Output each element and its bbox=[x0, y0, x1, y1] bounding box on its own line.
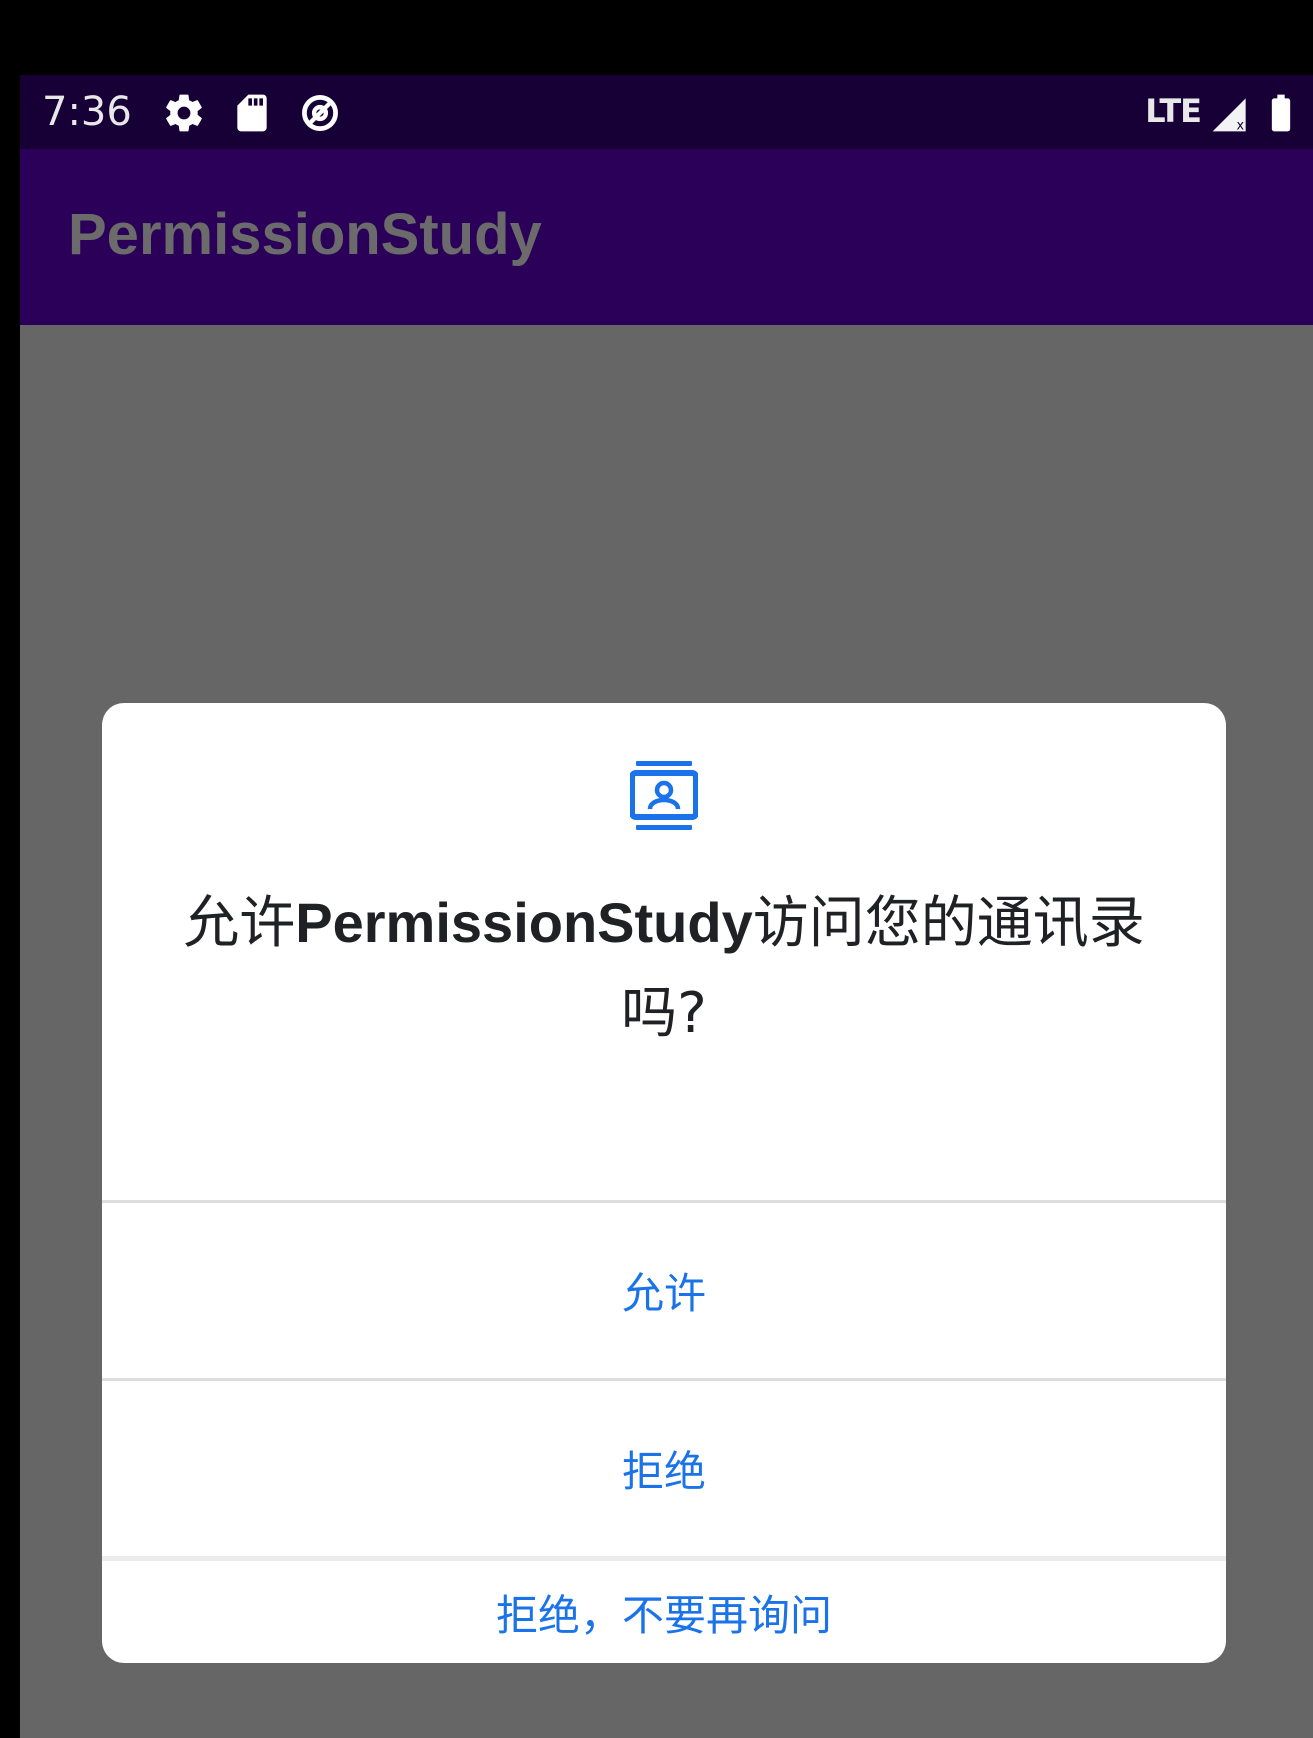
status-bar: 7:36 LTE x bbox=[20, 75, 1313, 149]
allow-button[interactable]: 允许 bbox=[102, 1203, 1226, 1378]
message-app-name: PermissionStudy bbox=[295, 891, 753, 954]
data-saver-icon bbox=[302, 95, 338, 131]
phone-screen: 7:36 LTE x PermissionStudy 允许PermissionS… bbox=[20, 75, 1313, 1738]
sd-card-icon bbox=[237, 94, 267, 132]
cell-signal-icon: x bbox=[1212, 98, 1246, 134]
deny-button[interactable]: 拒绝 bbox=[102, 1381, 1226, 1556]
battery-icon bbox=[1271, 94, 1291, 132]
status-time: 7:36 bbox=[42, 89, 132, 135]
dialog-message: 允许PermissionStudy访问您的通讯录吗? bbox=[162, 878, 1166, 1059]
svg-text:x: x bbox=[1237, 119, 1245, 134]
app-bar: PermissionStudy bbox=[20, 149, 1313, 325]
message-prefix: 允许 bbox=[183, 891, 296, 956]
settings-gear-icon bbox=[166, 94, 202, 132]
app-title: PermissionStudy bbox=[68, 202, 542, 267]
network-type-label: LTE bbox=[1145, 92, 1202, 130]
permission-dialog: 允许PermissionStudy访问您的通讯录吗? 允许 拒绝 拒绝，不要再询… bbox=[102, 703, 1226, 1663]
deny-dont-ask-again-button[interactable]: 拒绝，不要再询问 bbox=[102, 1561, 1226, 1663]
contacts-icon bbox=[630, 761, 698, 830]
